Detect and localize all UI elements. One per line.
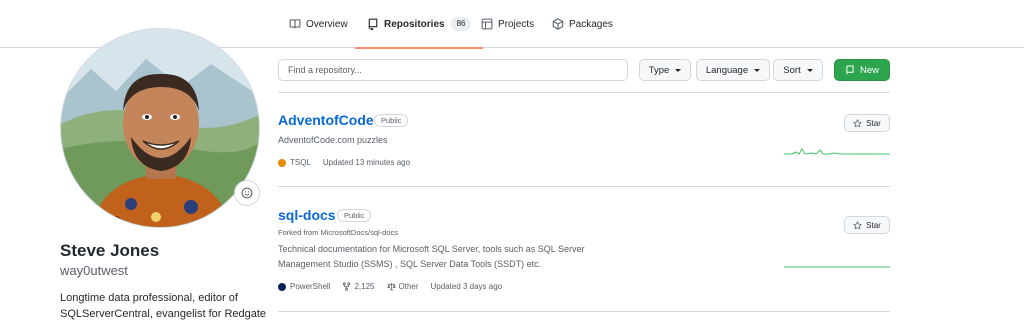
sort-label: Sort (783, 64, 801, 76)
star-label: Star (866, 220, 881, 230)
caret-down-icon (806, 68, 813, 72)
language-filter-button[interactable]: Language (696, 59, 770, 81)
repo-description: AdventofCode.com puzzles (278, 135, 388, 145)
star-icon (853, 220, 862, 229)
tab-projects-label: Projects (498, 18, 535, 30)
star-icon (853, 118, 862, 127)
repo-description-line-1: Technical documentation for Microsoft SQ… (278, 244, 585, 254)
forks-count: 2,125 (354, 282, 375, 291)
sort-button[interactable]: Sort (773, 59, 823, 81)
caret-down-icon (675, 68, 682, 72)
visibility-badge: Public (374, 114, 409, 127)
language-color-dot (278, 282, 286, 291)
type-filter-label: Type (648, 64, 670, 76)
repo-icon (368, 18, 378, 30)
new-repository-button[interactable]: New (834, 59, 890, 81)
language-label: PowerShell (290, 282, 331, 291)
divider (278, 186, 890, 187)
profile-avatar[interactable] (60, 28, 260, 228)
star-label: Star (866, 118, 881, 128)
repo-meta: PowerShell 2,125 Other Updated 3 days ag… (278, 282, 502, 291)
language-filter-label: Language (705, 64, 749, 76)
tab-repositories-label: Repositories (384, 18, 445, 30)
language-label: TSQL (290, 158, 311, 167)
tab-repositories[interactable]: Repositories 86 (354, 0, 485, 49)
repo-meta: TSQL Updated 13 minutes ago (278, 158, 410, 167)
find-repository-input[interactable] (278, 59, 628, 81)
license-label: Other (398, 282, 419, 291)
divider (278, 92, 890, 93)
profile-login: way0utwest (60, 263, 128, 278)
license-info: Other (386, 282, 419, 291)
visibility-badge: Public (337, 209, 372, 222)
repo-language: PowerShell (278, 282, 330, 291)
repo-language: TSQL (278, 158, 311, 167)
forks-link[interactable]: 2,125 (342, 282, 375, 291)
profile-bio: Longtime data professional, editor of SQ… (60, 292, 267, 320)
new-button-label: New (859, 64, 879, 76)
star-button[interactable]: Star (844, 114, 890, 132)
star-button[interactable]: Star (844, 216, 890, 234)
tab-packages-label: Packages (569, 18, 613, 30)
activity-sparkline (784, 266, 890, 268)
law-icon (386, 282, 396, 291)
avatar-illustration (61, 29, 259, 227)
language-color-dot (278, 158, 286, 167)
updated-time: Updated 3 days ago (430, 282, 503, 291)
updated-time: Updated 13 minutes ago (322, 158, 411, 167)
tab-overview[interactable]: Overview (289, 0, 348, 48)
tab-packages[interactable]: Packages (552, 0, 613, 48)
forked-from-text: Forked from MicrosoftDocs/sql-docs (278, 228, 399, 237)
tab-projects[interactable]: Projects (481, 0, 534, 48)
smiley-icon (241, 187, 253, 199)
repo-name-link[interactable]: sql-docs (278, 207, 336, 223)
repo-description-line-2: Management Studio (SSMS) , SQL Server Da… (278, 259, 542, 269)
tab-overview-label: Overview (306, 18, 348, 30)
divider (278, 311, 890, 312)
type-filter-button[interactable]: Type (639, 59, 691, 81)
repo-name-link[interactable]: AdventofCode (278, 112, 374, 128)
profile-name: Steve Jones (60, 241, 160, 260)
caret-down-icon (754, 68, 761, 72)
activity-sparkline (784, 148, 890, 155)
package-icon (552, 18, 564, 30)
repo-count-badge: 86 (450, 17, 472, 31)
repo-icon (846, 65, 854, 75)
fork-icon (343, 282, 351, 291)
book-icon (289, 19, 301, 29)
table-icon (481, 18, 493, 30)
set-status-button[interactable] (234, 180, 260, 206)
